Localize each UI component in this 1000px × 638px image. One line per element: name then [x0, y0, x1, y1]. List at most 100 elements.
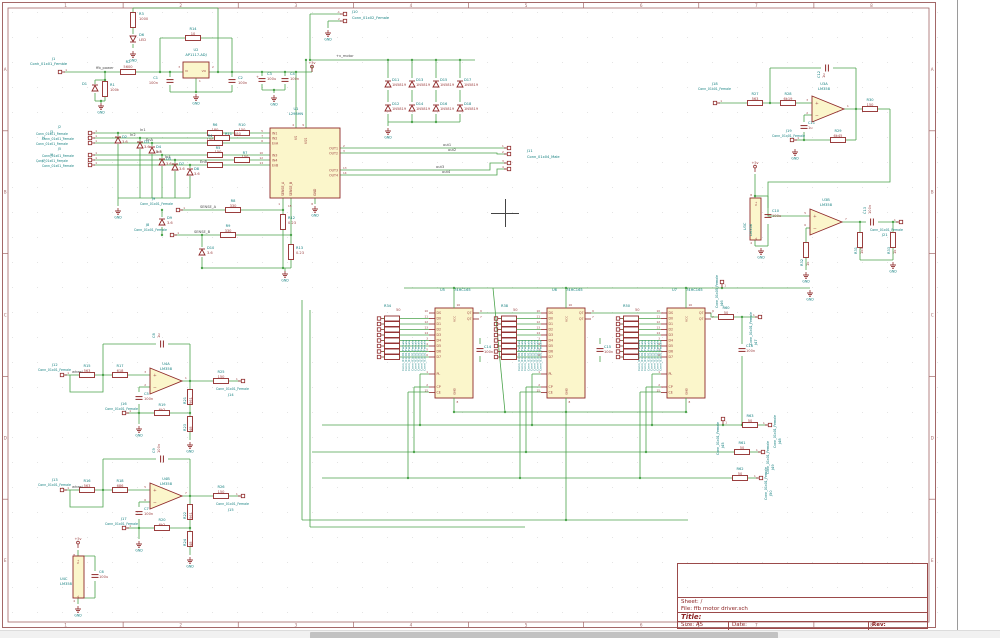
component-resistor[interactable]: [863, 107, 878, 112]
component-resistor[interactable]: [186, 36, 201, 41]
connector-pin[interactable]: [494, 355, 497, 358]
component-resistor[interactable]: [502, 349, 517, 354]
component-resistor[interactable]: [891, 233, 896, 248]
component-resistor[interactable]: [831, 138, 846, 143]
component-resistor[interactable]: [385, 338, 400, 343]
connector-pin[interactable]: [377, 339, 380, 342]
component-diode[interactable]: [433, 82, 439, 88]
component-resistor[interactable]: [858, 233, 863, 248]
connector-pin[interactable]: [88, 153, 91, 156]
connector-pin[interactable]: [494, 344, 497, 347]
component-resistor[interactable]: [743, 423, 758, 428]
connector-pin[interactable]: [713, 101, 716, 104]
component-diode[interactable]: [199, 250, 205, 256]
horizontal-scrollbar[interactable]: [0, 630, 1000, 638]
connector-pin[interactable]: [377, 322, 380, 325]
component-diode[interactable]: [433, 106, 439, 112]
component-resistor[interactable]: [215, 136, 230, 141]
component-diode[interactable]: [385, 106, 391, 112]
connector-pin[interactable]: [507, 167, 510, 170]
power-flag[interactable]: [754, 165, 757, 168]
component-resistor[interactable]: [226, 208, 241, 213]
component-resistor[interactable]: [624, 322, 639, 327]
connector-pin[interactable]: [176, 208, 179, 211]
connector-pin[interactable]: [377, 344, 380, 347]
component-diode[interactable]: [409, 106, 415, 112]
connector-pin[interactable]: [616, 333, 619, 336]
connector-pin[interactable]: [343, 19, 346, 22]
component-diode[interactable]: [457, 82, 463, 88]
connector-pin[interactable]: [507, 152, 510, 155]
connector-pin[interactable]: [88, 131, 91, 134]
component-resistor[interactable]: [113, 488, 128, 493]
component-diode[interactable]: [187, 170, 193, 176]
connector-pin[interactable]: [720, 280, 723, 283]
component-resistor[interactable]: [502, 322, 517, 327]
connector-pin[interactable]: [170, 233, 173, 236]
component-resistor[interactable]: [385, 333, 400, 338]
connector-pin[interactable]: [507, 161, 510, 164]
component-resistor[interactable]: [502, 355, 517, 360]
connector-pin[interactable]: [241, 379, 244, 382]
connector-pin[interactable]: [507, 146, 510, 149]
connector-pin[interactable]: [494, 350, 497, 353]
component-diode[interactable]: [385, 82, 391, 88]
connector-pin[interactable]: [88, 163, 91, 166]
connector-pin[interactable]: [616, 322, 619, 325]
component-resistor[interactable]: [221, 233, 236, 238]
power-flag[interactable]: [77, 541, 80, 544]
connector-pin[interactable]: [58, 70, 61, 73]
component-resistor[interactable]: [748, 101, 763, 106]
component-resistor[interactable]: [214, 379, 229, 384]
component-resistor[interactable]: [214, 494, 229, 499]
connector-pin[interactable]: [616, 344, 619, 347]
component-resistor[interactable]: [624, 333, 639, 338]
wire[interactable]: [340, 163, 506, 170]
connector-pin[interactable]: [88, 141, 91, 144]
component-resistor[interactable]: [385, 355, 400, 360]
connector-pin[interactable]: [377, 355, 380, 358]
component-resistor[interactable]: [502, 344, 517, 349]
component-diode[interactable]: [457, 106, 463, 112]
connector-pin[interactable]: [343, 12, 346, 15]
component-resistor[interactable]: [781, 101, 796, 106]
component-diode[interactable]: [409, 82, 415, 88]
connector-pin[interactable]: [721, 417, 724, 420]
connector-pin[interactable]: [122, 526, 125, 529]
component-resistor[interactable]: [131, 13, 136, 28]
component-resistor[interactable]: [502, 316, 517, 321]
horizontal-scrollbar-thumb[interactable]: [310, 632, 778, 638]
component-resistor[interactable]: [735, 450, 750, 455]
connector-pin[interactable]: [616, 339, 619, 342]
component-resistor[interactable]: [502, 338, 517, 343]
connector-pin[interactable]: [377, 328, 380, 331]
connector-pin[interactable]: [761, 450, 764, 453]
component-resistor[interactable]: [624, 327, 639, 332]
component-resistor[interactable]: [385, 344, 400, 349]
component-resistor[interactable]: [121, 70, 136, 75]
connector-pin[interactable]: [758, 315, 761, 318]
connector-pin[interactable]: [60, 488, 63, 491]
connector-pin[interactable]: [616, 350, 619, 353]
connector-pin[interactable]: [768, 423, 771, 426]
connector-pin[interactable]: [899, 220, 902, 223]
component-resistor[interactable]: [624, 316, 639, 321]
component-diode[interactable]: [149, 148, 155, 154]
component-resistor[interactable]: [385, 322, 400, 327]
component-diode[interactable]: [130, 36, 136, 42]
component-resistor[interactable]: [502, 327, 517, 332]
component-resistor[interactable]: [385, 316, 400, 321]
component-resistor[interactable]: [385, 327, 400, 332]
connector-pin[interactable]: [241, 494, 244, 497]
connector-pin[interactable]: [616, 328, 619, 331]
connector-pin[interactable]: [616, 355, 619, 358]
component-diode[interactable]: [159, 220, 165, 226]
connector-pin[interactable]: [759, 476, 762, 479]
connector-pin[interactable]: [122, 411, 125, 414]
schematic-canvas[interactable]: 1122334455667788AABBCCDDEE11212341111111…: [0, 0, 1000, 638]
component-resistor[interactable]: [502, 333, 517, 338]
connector-pin[interactable]: [60, 373, 63, 376]
component-resistor[interactable]: [719, 315, 734, 320]
wire[interactable]: [340, 153, 506, 154]
component-resistor[interactable]: [733, 476, 748, 481]
